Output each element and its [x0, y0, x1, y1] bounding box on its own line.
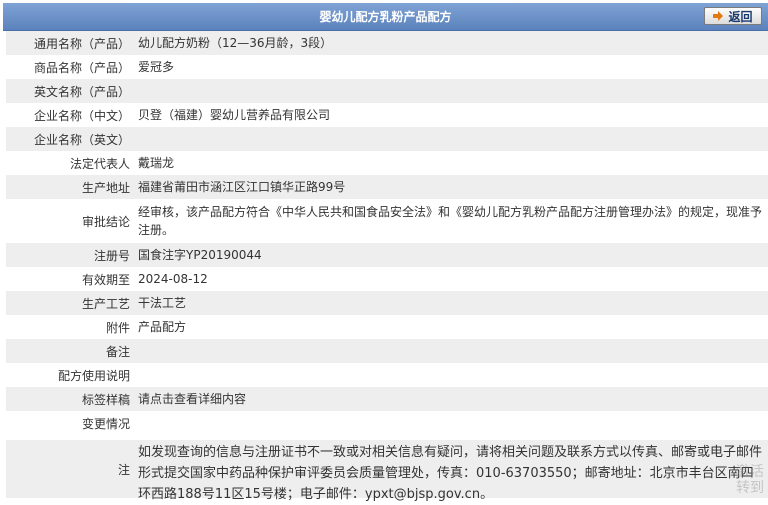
back-button-label: 返回	[728, 9, 753, 24]
row-value	[134, 127, 768, 151]
row-label: 变更情况	[81, 416, 130, 431]
arrow-right-icon	[713, 11, 724, 21]
row-label: 配方使用说明	[57, 368, 130, 383]
table-row: 附件 产品配方	[6, 315, 768, 339]
page-title: 婴幼儿配方乳粉产品配方	[319, 10, 452, 24]
table-row: 通用名称（产品） 幼儿配方奶粉（12—36月龄，3段）	[6, 31, 768, 55]
table-row: 标签样稿 请点击查看详细内容	[6, 387, 768, 411]
table-row: 备注	[6, 339, 768, 363]
row-value: 福建省莆田市涵江区江口镇华正路99号	[138, 180, 346, 194]
row-label: 注册号	[93, 248, 130, 263]
table-row: 有效期至 2024-08-12	[6, 267, 768, 291]
notice-text: 如发现查询的信息与注册证书不一致或对相关信息有疑问，请将相关问题及联系方式以传真…	[138, 445, 763, 502]
row-label: 商品名称（产品）	[33, 60, 130, 75]
table-row: 英文名称（产品）	[6, 79, 768, 103]
row-value	[134, 339, 768, 363]
page-title-bar: 婴幼儿配方乳粉产品配方 返回	[3, 3, 768, 31]
row-value	[134, 363, 768, 387]
row-value: 幼儿配方奶粉（12—36月龄，3段）	[138, 36, 333, 50]
row-label: 审批结论	[81, 214, 130, 229]
table-row: 变更情况	[6, 411, 768, 435]
table-row: 企业名称（中文） 贝登（福建）婴幼儿营养品有限公司	[6, 103, 768, 127]
row-label: 企业名称（英文）	[33, 132, 130, 147]
table-row: 注册号 国食注字YP20190044	[6, 243, 768, 267]
row-value: 戴瑞龙	[138, 156, 175, 170]
row-label: 生产地址	[81, 180, 130, 195]
row-label: 企业名称（中文）	[33, 108, 130, 123]
row-value: 爱冠多	[138, 60, 175, 74]
row-label: 生产工艺	[81, 296, 130, 311]
row-label: 附件	[105, 320, 130, 335]
table-row: 商品名称（产品） 爱冠多	[6, 55, 768, 79]
row-value: 产品配方	[138, 320, 187, 334]
row-value: 经审核，该产品配方符合《中华人民共和国食品安全法》和《婴幼儿配方乳粉产品配方注册…	[138, 205, 763, 237]
table-row: 法定代表人 戴瑞龙	[6, 151, 768, 175]
row-label: 备注	[105, 344, 130, 359]
row-label: 法定代表人	[69, 156, 130, 171]
table-row: 配方使用说明	[6, 363, 768, 387]
row-value: 干法工艺	[138, 296, 187, 310]
back-button[interactable]: 返回	[704, 7, 762, 25]
table-row: 生产地址 福建省莆田市涵江区江口镇华正路99号	[6, 175, 768, 199]
row-value	[134, 79, 768, 103]
row-value	[134, 411, 768, 435]
table-row: 审批结论 经审核，该产品配方符合《中华人民共和国食品安全法》和《婴幼儿配方乳粉产品…	[6, 199, 768, 243]
table-row: 企业名称（英文）	[6, 127, 768, 151]
row-value: 国食注字YP20190044	[138, 248, 262, 262]
notice-row: 注 如发现查询的信息与注册证书不一致或对相关信息有疑问，请将相关问题及联系方式以…	[6, 440, 768, 502]
activation-watermark: 激活 转到	[736, 464, 764, 496]
notice-label: 注	[117, 462, 130, 477]
row-label: 有效期至	[81, 272, 130, 287]
row-value: 2024-08-12	[138, 272, 208, 286]
row-label: 通用名称（产品）	[33, 36, 130, 51]
row-label: 英文名称（产品）	[33, 84, 130, 99]
row-value: 贝登（福建）婴幼儿营养品有限公司	[138, 108, 331, 122]
table-row: 生产工艺 干法工艺	[6, 291, 768, 315]
row-label: 标签样稿	[81, 392, 130, 407]
label-sample-link[interactable]: 请点击查看详细内容	[134, 387, 768, 411]
